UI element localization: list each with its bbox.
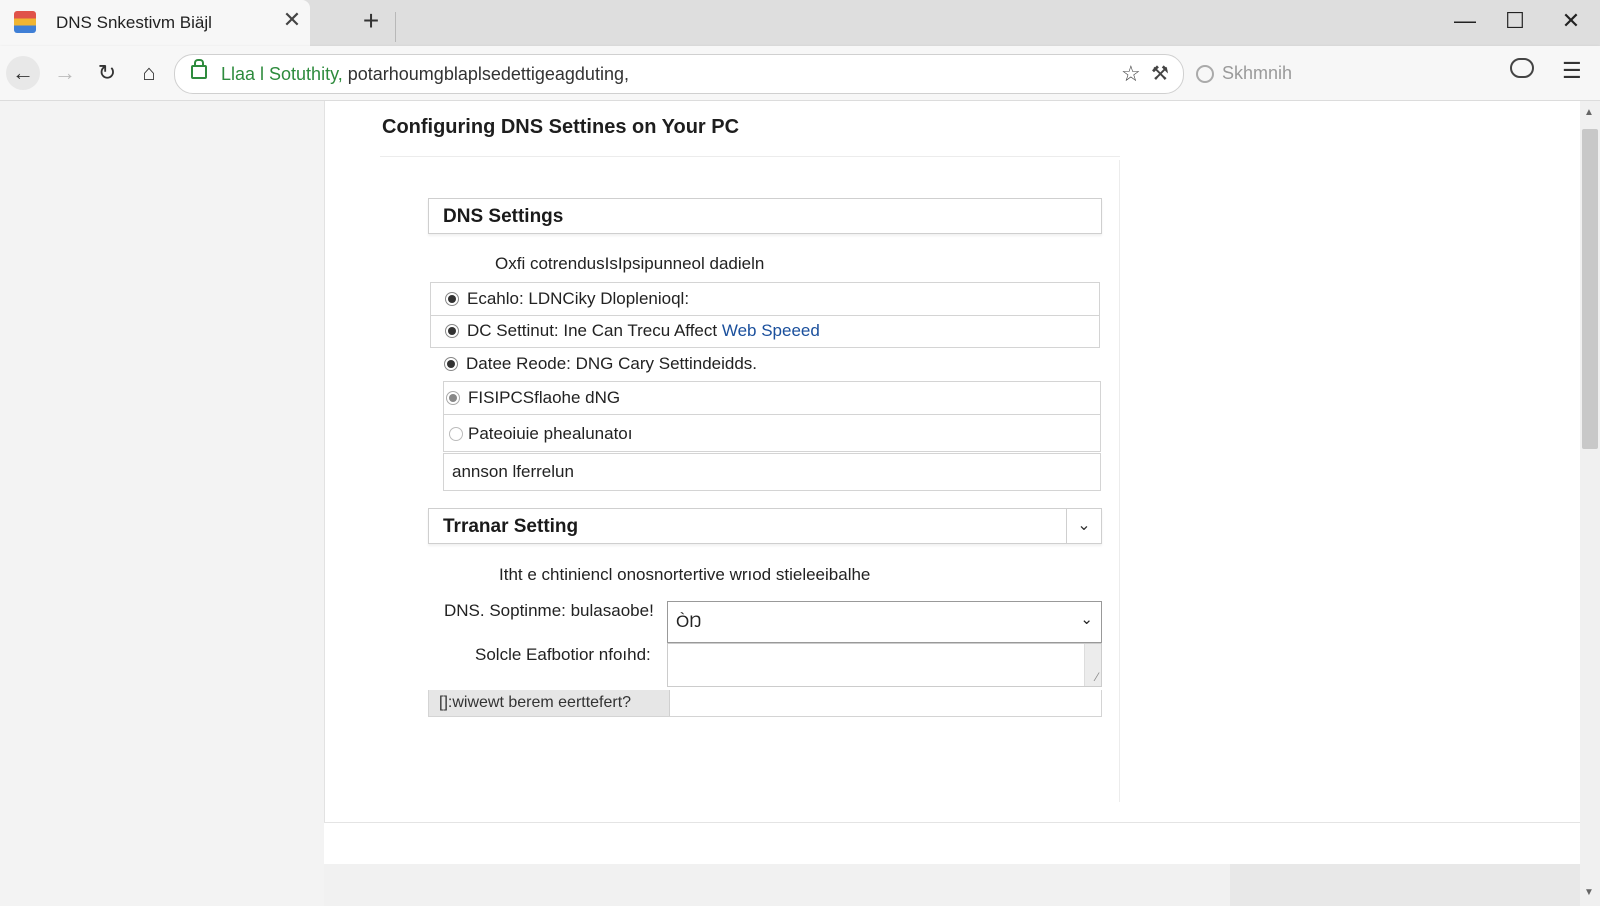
sync-icon[interactable]: [1510, 58, 1534, 78]
scroll-thumb[interactable]: [1582, 129, 1598, 449]
radio-button[interactable]: [445, 292, 459, 306]
scroll-up-icon[interactable]: ▲: [1584, 107, 1594, 118]
option-label: DC Settinut: Ine Can Trecu Affect Web Sp…: [467, 321, 820, 341]
radio-button[interactable]: [445, 324, 459, 338]
favicon-icon: [14, 11, 36, 33]
footer-button-label: []:wiwewt berem eerttefert?: [439, 694, 632, 711]
method-textarea[interactable]: [667, 643, 1102, 687]
vertical-scrollbar[interactable]: ▲ ▼: [1580, 101, 1600, 906]
dns-settings-header[interactable]: DNS Settings: [428, 198, 1102, 234]
content-divider: [1119, 160, 1120, 802]
tab-separator: [395, 12, 396, 42]
reload-button[interactable]: ↻: [90, 56, 124, 90]
close-window-button[interactable]: ✕: [1554, 6, 1588, 36]
radio-button[interactable]: [446, 391, 460, 405]
search-box[interactable]: Skhmnih: [1186, 54, 1416, 92]
resize-handle[interactable]: [1084, 644, 1101, 686]
browser-tab[interactable]: DNS Snkestivm Biäjl ✕: [0, 0, 310, 46]
title-divider: [380, 156, 1120, 157]
bookmark-star-icon[interactable]: ☆: [1121, 61, 1141, 87]
option-label: Ecahlo: LDNCiky Dloplenioql:: [467, 289, 690, 308]
dns-extra-row[interactable]: annson lferrelun: [443, 453, 1101, 491]
transfer-settings-description: Itht e chtiniencl onosnortertive wrıod s…: [499, 565, 871, 584]
page-left-margin: [0, 101, 324, 906]
dns-option-4[interactable]: FISIPCSflaohe dNG: [443, 381, 1101, 415]
option-text: DC Settinut: Ine Can Trecu Affect: [467, 321, 722, 340]
option-label: Pateoiuie phealunatoı: [468, 424, 633, 443]
dns-settings-title: DNS Settings: [443, 206, 564, 227]
address-bar[interactable]: Llaa l Sotuthity, potarhoumgblaplsedetti…: [174, 54, 1184, 94]
option-label: Datee Reode: DNG Cary Settindeidds.: [466, 354, 758, 373]
back-button[interactable]: ←: [6, 56, 40, 90]
footer-button[interactable]: []:wiwewt berem eerttefert?: [429, 690, 670, 716]
web-speed-link[interactable]: Web Speeed: [722, 321, 820, 340]
dns-select[interactable]: ÒŊ ⌄: [667, 601, 1102, 643]
forward-button[interactable]: →: [48, 56, 82, 90]
page-title: Configuring DNS Settines on Your PC: [382, 116, 740, 138]
chevron-down-icon[interactable]: ⌄: [1066, 509, 1101, 543]
menu-icon[interactable]: ☰: [1562, 58, 1582, 84]
dns-settings-description: Oxfi cotrendusIsIpsipunneol dadieln: [495, 254, 765, 273]
home-button[interactable]: ⌂: [132, 56, 166, 90]
new-tab-button[interactable]: +: [356, 6, 386, 36]
search-placeholder: Skhmnih: [1222, 63, 1293, 83]
radio-button[interactable]: [449, 427, 463, 441]
minimize-button[interactable]: —: [1448, 6, 1482, 36]
dns-select-value: ÒŊ: [676, 612, 702, 631]
url-text[interactable]: Llaa l Sotuthity, potarhoumgblaplsedetti…: [221, 64, 629, 85]
footer-strip-right: [1230, 864, 1580, 906]
maximize-button[interactable]: ☐: [1498, 6, 1532, 36]
chevron-down-icon: ⌄: [1080, 611, 1093, 628]
radio-button[interactable]: [444, 357, 458, 371]
url-secure-part: Llaa l Sotuthity,: [221, 64, 343, 84]
dns-option-1[interactable]: Ecahlo: LDNCiky Dloplenioql:: [430, 282, 1100, 316]
transfer-settings-header[interactable]: Trranar Setting ⌄: [428, 508, 1102, 544]
scroll-down-icon[interactable]: ▼: [1584, 887, 1594, 898]
dns-option-3[interactable]: Datee Reode: DNG Cary Settindeidds.: [430, 348, 1098, 380]
tab-close-icon[interactable]: ✕: [280, 8, 304, 32]
lock-icon: [191, 59, 207, 79]
tab-title: DNS Snkestivm Biäjl: [56, 13, 212, 32]
method-label: Solcle Eafbotior nfoıhd:: [475, 645, 651, 664]
option-label: FISIPCSflaohe dNG: [468, 388, 621, 407]
url-path: potarhoumgblaplsedettigeagduting,: [342, 64, 629, 84]
search-icon: [1196, 65, 1214, 83]
extension-icon[interactable]: ⚒: [1151, 61, 1169, 86]
dns-select-label: DNS. Soptinme: bulasaobe!: [444, 601, 654, 620]
extra-row-text: annson lferrelun: [452, 462, 574, 481]
tab-bar: DNS Snkestivm Biäjl ✕ + — ☐ ✕: [0, 0, 1600, 46]
transfer-settings-title: Trranar Setting: [443, 516, 579, 537]
footer-row: []:wiwewt berem eerttefert?: [428, 690, 1102, 717]
page-bottom-bar: [324, 822, 1580, 866]
dns-option-5[interactable]: Pateoiuie phealunatoı: [443, 415, 1101, 452]
browser-toolbar: ← → ↻ ⌂ Llaa l Sotuthity, potarhoumgblap…: [0, 46, 1600, 101]
dns-option-2[interactable]: DC Settinut: Ine Can Trecu Affect Web Sp…: [430, 315, 1100, 348]
